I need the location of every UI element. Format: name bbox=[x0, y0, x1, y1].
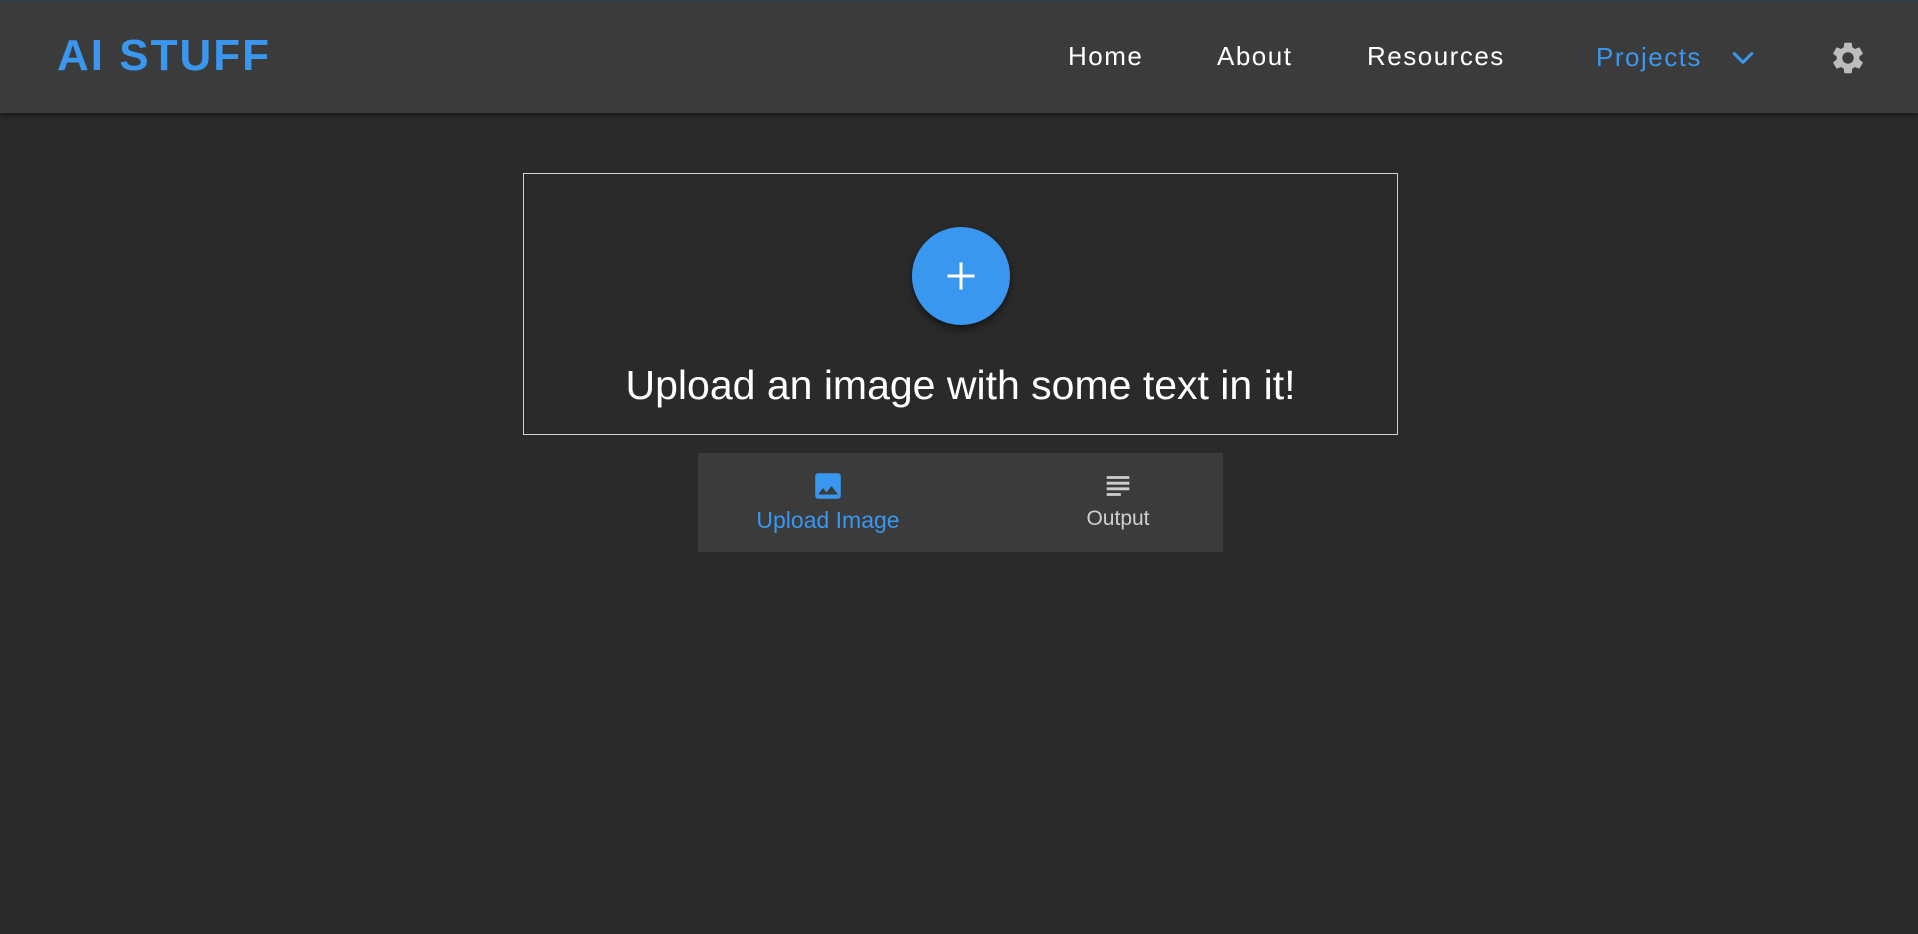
nav-projects-label: Projects bbox=[1596, 42, 1702, 72]
upload-prompt: Upload an image with some text in it! bbox=[625, 362, 1296, 408]
top-app-bar: AI STUFF Home About Resources Projects bbox=[0, 0, 1918, 113]
chevron-down-icon bbox=[1730, 45, 1756, 71]
tab-upload-image[interactable]: Upload Image bbox=[738, 453, 918, 552]
plus-icon bbox=[947, 262, 975, 290]
nav-home-link[interactable]: Home bbox=[1068, 41, 1143, 72]
tab-upload-image-label: Upload Image bbox=[756, 507, 900, 533]
brand-logo[interactable]: AI STUFF bbox=[57, 31, 271, 81]
nav-projects-dropdown[interactable]: Projects bbox=[1596, 42, 1756, 73]
gear-icon[interactable] bbox=[1829, 39, 1867, 77]
nav-about-link[interactable]: About bbox=[1217, 41, 1292, 72]
nav-resources-link[interactable]: Resources bbox=[1367, 41, 1505, 72]
upload-dropzone[interactable]: Upload an image with some text in it! bbox=[523, 173, 1398, 435]
subject-lines-icon bbox=[1101, 469, 1135, 503]
tab-output[interactable]: Output bbox=[1048, 453, 1188, 552]
image-icon bbox=[811, 469, 845, 503]
bottom-tab-bar: Upload Image Output bbox=[698, 453, 1223, 552]
add-image-button[interactable] bbox=[912, 227, 1010, 325]
tab-output-label: Output bbox=[1086, 507, 1150, 530]
